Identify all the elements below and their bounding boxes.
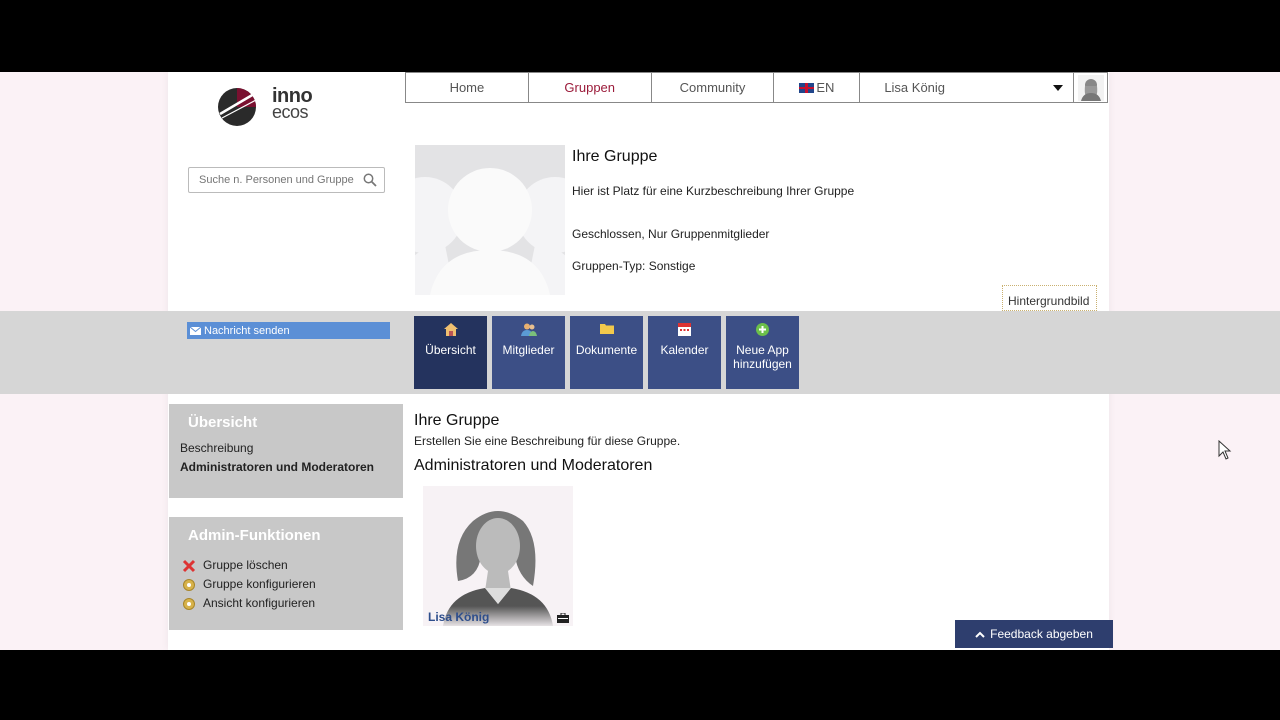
nav-community[interactable]: Community: [652, 73, 775, 102]
add-app-button[interactable]: Neue App hinzufügen: [726, 316, 799, 389]
delete-group-link[interactable]: Gruppe löschen: [169, 556, 403, 575]
group-type: Gruppen-Typ: Sonstige: [572, 259, 696, 273]
tab-calendar[interactable]: Kalender: [648, 316, 721, 389]
tab-calendar-label: Kalender: [660, 343, 709, 357]
nav-groups[interactable]: Gruppen: [529, 73, 652, 102]
admin-functions-box: Admin-Funktionen Gruppe löschen Gruppe k…: [169, 517, 403, 630]
background-image-button[interactable]: Hintergrundbild: [1002, 285, 1097, 311]
plus-icon: [726, 323, 799, 337]
uk-flag-icon: [799, 82, 815, 93]
tab-documents-label: Dokumente: [575, 343, 638, 357]
user-avatar-icon: [1077, 74, 1104, 101]
search-box: [188, 167, 385, 193]
logo-mark-icon: [218, 88, 257, 126]
members-icon: [492, 323, 565, 337]
app-tiles: Übersicht Mitglieder Dokumente Kalender …: [414, 316, 799, 389]
group-placeholder-icon: [415, 145, 565, 295]
nav-user-menu[interactable]: Lisa König: [860, 73, 1075, 102]
send-message-label: Nachricht senden: [204, 324, 290, 337]
mail-icon: [190, 326, 201, 335]
group-access: Geschlossen, Nur Gruppenmitglieder: [572, 227, 770, 241]
calendar-icon: [648, 323, 721, 337]
group-title: Ihre Gruppe: [572, 148, 658, 165]
tab-members-label: Mitglieder: [502, 343, 555, 357]
main-title: Ihre Gruppe: [414, 412, 500, 429]
main-subtitle: Erstellen Sie eine Beschreibung für dies…: [414, 434, 681, 448]
group-header: Ihre Gruppe: [572, 148, 657, 166]
feedback-button[interactable]: Feedback abgeben: [955, 620, 1113, 648]
feedback-label: Feedback abgeben: [990, 627, 1093, 641]
nav-language[interactable]: EN: [774, 73, 861, 102]
tab-documents[interactable]: Dokumente: [570, 316, 643, 389]
briefcase-icon: [557, 613, 569, 623]
configure-group-label: Gruppe konfigurieren: [203, 577, 316, 591]
admin-title: Admin-Funktionen: [188, 527, 321, 544]
language-label: EN: [816, 80, 835, 95]
tab-overview[interactable]: Übersicht: [414, 316, 487, 389]
delete-icon: [181, 559, 197, 573]
nav-avatar[interactable]: [1074, 73, 1107, 102]
tab-overview-label: Übersicht: [425, 343, 476, 357]
member-name[interactable]: Lisa König: [428, 610, 489, 624]
search-input[interactable]: [189, 168, 354, 192]
member-card[interactable]: [423, 486, 573, 626]
logo-text: inno ecos: [272, 86, 313, 122]
add-app-label: Neue App hinzufügen: [733, 343, 792, 371]
delete-group-label: Gruppe löschen: [203, 558, 288, 572]
group-avatar[interactable]: [415, 145, 565, 295]
mouse-cursor-icon: [1218, 440, 1232, 460]
folder-icon: [570, 323, 643, 337]
admins-heading: Administratoren und Moderatoren: [414, 457, 653, 474]
link-description[interactable]: Beschreibung: [169, 439, 403, 458]
gear-icon: [181, 578, 197, 592]
configure-view-label: Ansicht konfigurieren: [203, 596, 316, 610]
caret-down-icon: [1053, 84, 1064, 91]
chevron-up-icon: [975, 631, 985, 638]
tab-members[interactable]: Mitglieder: [492, 316, 565, 389]
top-navigation: Home Gruppen Community EN Lisa König: [405, 72, 1108, 103]
logo-line2: ecos: [272, 102, 309, 122]
overview-box: Übersicht Beschreibung Administratoren u…: [169, 404, 403, 498]
link-admins-moderators[interactable]: Administratoren und Moderatoren: [169, 458, 403, 477]
member-avatar-icon: [423, 486, 573, 626]
group-description: Hier ist Platz für eine Kurzbeschreibung…: [572, 184, 855, 198]
configure-view-link[interactable]: Ansicht konfigurieren: [169, 594, 403, 613]
gear-icon: [181, 597, 197, 611]
home-icon: [414, 323, 487, 337]
user-name: Lisa König: [884, 80, 946, 95]
search-icon[interactable]: [363, 173, 377, 187]
overview-title: Übersicht: [188, 414, 258, 431]
nav-home[interactable]: Home: [406, 73, 529, 102]
configure-group-link[interactable]: Gruppe konfigurieren: [169, 575, 403, 594]
send-message-button[interactable]: Nachricht senden: [187, 322, 390, 339]
browser-viewport: inno ecos Home Gruppen Community EN Lisa…: [0, 72, 1280, 650]
logo[interactable]: inno ecos: [214, 84, 324, 128]
